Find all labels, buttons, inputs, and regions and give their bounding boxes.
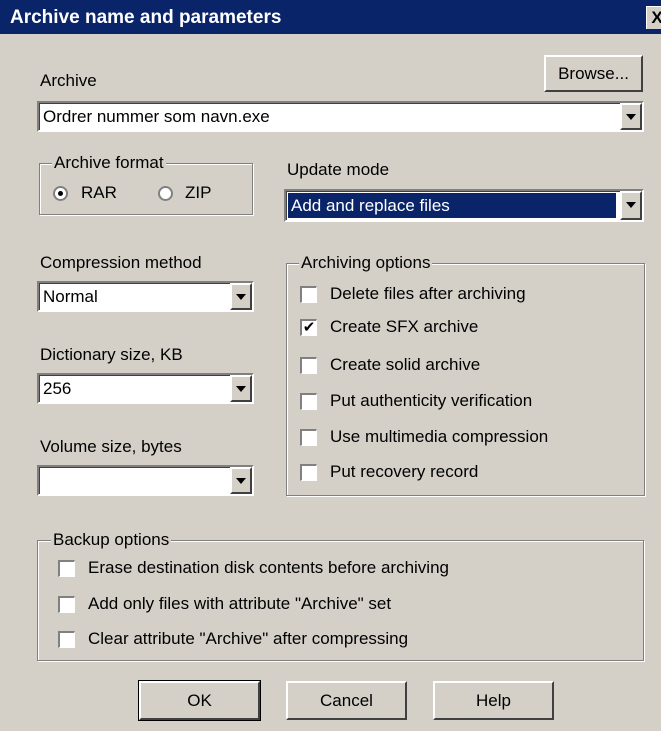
checkbox-recovery-record-label[interactable]: Put recovery record (330, 462, 478, 482)
radio-rar[interactable] (53, 186, 68, 201)
backup-options-title: Backup options (51, 530, 172, 550)
checkbox-create-sfx[interactable]: ✔ (300, 319, 317, 336)
update-mode-value[interactable]: Add and replace files (288, 193, 616, 218)
checkbox-erase-disk-label[interactable]: Erase destination disk contents before a… (88, 558, 449, 578)
title-bar: Archive name and parameters X (0, 0, 661, 34)
checkbox-solid-archive-label[interactable]: Create solid archive (330, 355, 480, 375)
checkbox-authenticity-label[interactable]: Put authenticity verification (330, 391, 532, 411)
chevron-down-icon[interactable] (230, 467, 252, 494)
compression-method-label: Compression method (40, 253, 202, 272)
archive-format-title: Archive format (52, 153, 166, 173)
update-mode-label: Update mode (287, 160, 390, 179)
checkbox-delete-files-label[interactable]: Delete files after archiving (330, 284, 526, 304)
checkbox-clear-archive-attr-label[interactable]: Clear attribute "Archive" after compress… (88, 629, 408, 649)
checkbox-archive-attr-only-label[interactable]: Add only files with attribute "Archive" … (88, 594, 391, 614)
cancel-button[interactable]: Cancel (286, 681, 407, 720)
chevron-down-icon[interactable] (620, 191, 642, 220)
chevron-down-icon[interactable] (620, 103, 642, 130)
checkbox-authenticity[interactable] (300, 393, 317, 410)
checkbox-recovery-record[interactable] (300, 464, 317, 481)
archive-name-value[interactable]: Ordrer nummer som navn.exe (43, 103, 616, 130)
archiving-options-title: Archiving options (299, 253, 433, 273)
checkbox-archive-attr-only[interactable] (58, 596, 75, 613)
browse-button[interactable]: Browse... (544, 55, 643, 92)
radio-rar-label[interactable]: RAR (81, 183, 117, 203)
checkbox-clear-archive-attr[interactable] (58, 631, 75, 648)
radio-zip-label[interactable]: ZIP (185, 183, 211, 203)
compression-method-combo[interactable]: Normal (37, 281, 254, 312)
volume-size-label: Volume size, bytes (40, 437, 182, 456)
compression-method-value[interactable]: Normal (43, 283, 226, 310)
radio-zip[interactable] (158, 186, 173, 201)
chevron-down-icon[interactable] (230, 283, 252, 310)
checkbox-delete-files[interactable] (300, 286, 317, 303)
dictionary-size-value[interactable]: 256 (43, 375, 226, 402)
chevron-down-icon[interactable] (230, 375, 252, 402)
checkbox-multimedia-label[interactable]: Use multimedia compression (330, 427, 548, 447)
window-title: Archive name and parameters (10, 7, 282, 28)
checkbox-solid-archive[interactable] (300, 357, 317, 374)
archive-label: Archive (40, 71, 97, 90)
volume-size-value[interactable] (43, 467, 226, 494)
check-icon: ✔ (302, 319, 316, 336)
dictionary-size-combo[interactable]: 256 (37, 373, 254, 404)
checkbox-create-sfx-label[interactable]: Create SFX archive (330, 317, 478, 337)
archive-name-combo[interactable]: Ordrer nummer som navn.exe (37, 101, 644, 132)
update-mode-combo[interactable]: Add and replace files (284, 189, 644, 222)
checkbox-multimedia[interactable] (300, 429, 317, 446)
dictionary-size-label: Dictionary size, KB (40, 345, 183, 364)
help-button[interactable]: Help (433, 681, 554, 720)
checkbox-erase-disk[interactable] (58, 560, 75, 577)
ok-button[interactable]: OK (138, 680, 261, 721)
close-icon[interactable]: X (646, 6, 661, 29)
volume-size-combo[interactable] (37, 465, 254, 496)
